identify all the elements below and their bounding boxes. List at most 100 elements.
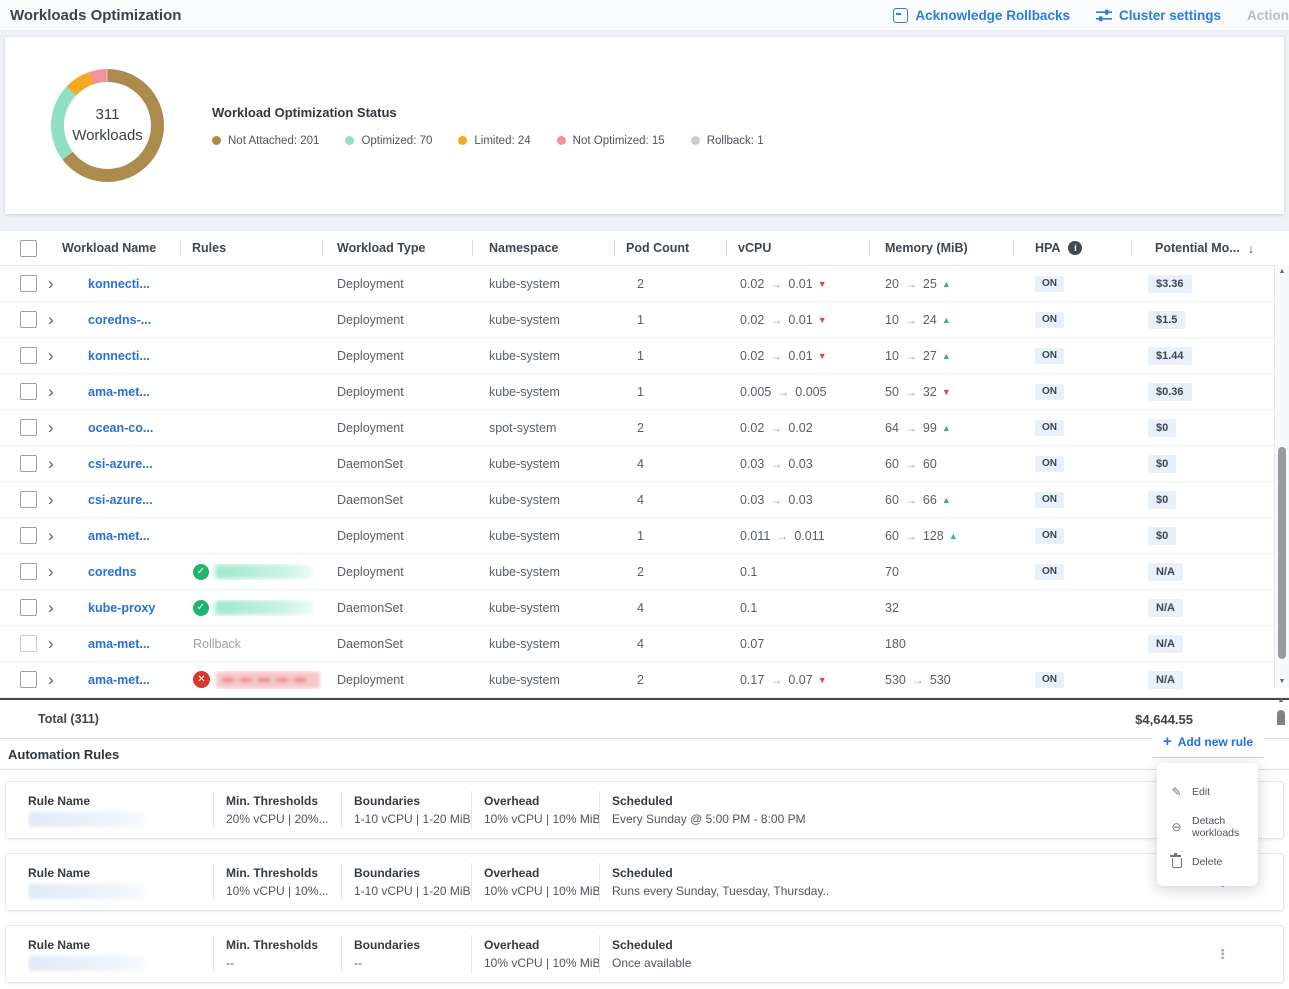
expand-row-icon[interactable]: › (48, 421, 54, 435)
min-thresholds-label: Min. Thresholds (226, 794, 341, 808)
trend-up-icon: ▲ (949, 531, 958, 541)
rule-name-label: Rule Name (28, 794, 213, 808)
memory-cell: 530→530 (869, 673, 1013, 687)
column-header-workload-type[interactable]: Workload Type (322, 231, 472, 265)
scroll-up-icon[interactable]: ▲ (1275, 268, 1289, 275)
column-header-rules[interactable]: Rules (180, 231, 322, 265)
automation-rules-header: Automation Rules (0, 739, 1289, 770)
metric-from: 60 (885, 493, 899, 507)
hpa-on-badge: ON (1035, 348, 1064, 364)
row-checkbox[interactable] (20, 347, 37, 364)
column-header-memory[interactable]: Memory (MiB) (869, 231, 1013, 265)
arrow-right-icon: → (770, 313, 782, 327)
workload-type-cell: Deployment (322, 313, 472, 327)
expand-row-icon[interactable]: › (48, 277, 54, 291)
status-legend: Not Attached: 201Optimized: 70Limited: 2… (212, 135, 764, 147)
cluster-settings-button[interactable]: Cluster settings (1096, 8, 1221, 23)
table-scrollbar-thumb[interactable] (1278, 447, 1286, 659)
rule-name-redacted (28, 956, 146, 971)
overhead-label: Overhead (484, 866, 599, 880)
memory-cell: 70 (869, 565, 1013, 579)
workload-name-link[interactable]: ama-met... (88, 529, 150, 543)
acknowledge-rollbacks-button[interactable]: Acknowledge Rollbacks (893, 8, 1070, 23)
row-checkbox[interactable] (20, 419, 37, 436)
add-new-rule-button[interactable]: + Add new rule (1157, 733, 1259, 750)
expand-row-icon[interactable]: › (48, 637, 54, 651)
hpa-info-icon[interactable]: i (1068, 241, 1082, 255)
metric-to: 66 (923, 493, 937, 507)
column-header-pod-count[interactable]: Pod Count (614, 231, 726, 265)
column-header-namespace[interactable]: Namespace (472, 231, 614, 265)
namespace-cell: kube-system (472, 637, 614, 651)
row-checkbox[interactable] (20, 455, 37, 472)
actions-button: Action (1247, 8, 1289, 23)
trend-down-icon: ▼ (818, 351, 827, 361)
workload-name-link[interactable]: coredns-... (88, 313, 151, 327)
row-checkbox[interactable] (20, 599, 37, 616)
vcpu-cell: 0.02→0.02 (726, 421, 869, 435)
column-header-workload-name[interactable]: Workload Name (40, 231, 180, 265)
row-checkbox[interactable] (20, 635, 37, 652)
workload-name-link[interactable]: coredns (88, 565, 137, 579)
row-checkbox-cell (0, 599, 40, 616)
row-checkbox[interactable] (20, 563, 37, 580)
potential-monthly-badge: N/A (1148, 563, 1183, 581)
sort-desc-icon[interactable]: ↓ (1248, 241, 1255, 256)
expand-row-icon[interactable]: › (48, 385, 54, 399)
rule-menu-kebab-icon[interactable]: ⋮ (1216, 948, 1229, 961)
pod-count-cell: 4 (614, 601, 726, 615)
row-checkbox[interactable] (20, 383, 37, 400)
namespace-cell: kube-system (472, 313, 614, 327)
expand-row-icon[interactable]: › (48, 493, 54, 507)
legend-item: Limited: 24 (458, 135, 530, 147)
table-scrollbar[interactable]: ▲ ▼ (1274, 265, 1289, 688)
potential-monthly-cell: $0 (1131, 419, 1289, 437)
expand-row-icon[interactable]: › (48, 349, 54, 363)
overhead-column: Overhead 10% vCPU | 10% MiB (471, 863, 599, 901)
scheduled-value: Once available (612, 956, 1283, 970)
row-expand-cell: › (40, 493, 68, 507)
memory-cell: 180 (869, 637, 1013, 651)
workload-name-link[interactable]: konnecti... (88, 349, 150, 363)
workload-name-link[interactable]: csi-azure... (88, 457, 153, 471)
legend-label: Not Attached: 201 (228, 135, 319, 147)
expand-row-icon[interactable]: › (48, 313, 54, 327)
table-header-row: Workload Name Rules Workload Type Namesp… (0, 231, 1289, 266)
menu-item-edit[interactable]: ✎ Edit (1157, 777, 1258, 807)
workload-name-link[interactable]: ama-met... (88, 637, 150, 651)
workload-name-link[interactable]: ocean-co... (88, 421, 153, 435)
row-checkbox[interactable] (20, 311, 37, 328)
row-checkbox[interactable] (20, 491, 37, 508)
potential-monthly-badge: N/A (1148, 599, 1183, 617)
rule-card: Rule Name Min. Thresholds -- Boundaries … (5, 925, 1284, 983)
menu-item-delete[interactable]: Delete (1157, 847, 1258, 876)
workload-name-link[interactable]: konnecti... (88, 277, 150, 291)
row-checkbox[interactable] (20, 275, 37, 292)
workload-name-link[interactable]: ama-met... (88, 673, 150, 687)
column-header-hpa[interactable]: HPA i (1013, 231, 1131, 265)
row-expand-cell: › (40, 313, 68, 327)
page-scrollbar-thumb[interactable] (1277, 710, 1285, 725)
page-scroll-up-icon[interactable]: ▲ (1275, 697, 1287, 704)
workload-name-link[interactable]: kube-proxy (88, 601, 155, 615)
expand-row-icon[interactable]: › (48, 601, 54, 615)
min-thresholds-label: Min. Thresholds (226, 866, 341, 880)
workload-name-link[interactable]: csi-azure... (88, 493, 153, 507)
table-row: ›ocean-co...Deploymentspot-system20.02→0… (0, 410, 1289, 446)
metric-from: 0.03 (740, 493, 764, 507)
expand-row-icon[interactable]: › (48, 673, 54, 687)
select-all-checkbox[interactable] (20, 240, 37, 257)
row-checkbox[interactable] (20, 671, 37, 688)
scroll-down-icon[interactable]: ▼ (1275, 678, 1289, 685)
row-expand-cell: › (40, 421, 68, 435)
expand-row-icon[interactable]: › (48, 565, 54, 579)
expand-row-icon[interactable]: › (48, 457, 54, 471)
row-checkbox[interactable] (20, 527, 37, 544)
expand-row-icon[interactable]: › (48, 529, 54, 543)
workload-name-cell: konnecti... (68, 349, 180, 363)
column-header-potential-monthly[interactable]: Potential Mo... ↓ (1131, 231, 1289, 265)
menu-item-detach-workloads[interactable]: ⊖ Detach workloads (1157, 807, 1258, 847)
workload-type-cell: Deployment (322, 673, 472, 687)
workload-name-link[interactable]: ama-met... (88, 385, 150, 399)
column-header-vcpu[interactable]: vCPU (726, 231, 869, 265)
